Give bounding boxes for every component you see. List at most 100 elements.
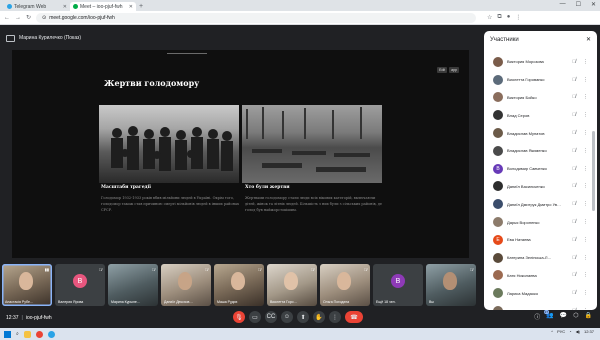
mic-off-icon[interactable]: 🎙̸ — [572, 201, 576, 207]
more-icon[interactable]: ⋮ — [583, 219, 588, 225]
more-icon[interactable]: ⋮ — [583, 94, 588, 100]
mic-off-icon[interactable]: 🎙̸ — [572, 166, 576, 172]
back-icon[interactable]: ← — [4, 15, 10, 21]
chrome-icon[interactable] — [35, 330, 43, 338]
more-icon[interactable]: ⋮ — [583, 166, 588, 172]
end-call-button[interactable]: ☎ — [345, 311, 363, 323]
participant-tile[interactable]: 🎙̸ Маша Рудих — [214, 264, 264, 306]
close-tab-icon[interactable]: ✕ — [129, 4, 133, 10]
slide-app-button[interactable]: app — [449, 67, 459, 73]
participant-tile[interactable]: 🎙̸ Даниїл Дексхов… — [161, 264, 211, 306]
more-icon[interactable]: ⋮ — [583, 272, 588, 278]
participant-row[interactable]: Виктория Морозова 🎙̸ ⋮ — [484, 53, 590, 71]
chat-icon[interactable]: 💬 — [560, 312, 567, 321]
info-icon[interactable]: ⓘ — [534, 312, 540, 321]
more-icon[interactable]: ⋮ — [583, 308, 588, 310]
participant-row[interactable]: Лариса Мадаоко 🎙̸ ⋮ — [484, 284, 590, 302]
menu-icon[interactable]: ⋮ — [515, 14, 521, 21]
language-indicator[interactable]: РУС — [557, 329, 565, 334]
activities-icon[interactable]: ⬡ — [573, 312, 578, 321]
camera-toggle-button[interactable]: ▭ — [249, 311, 261, 323]
more-icon[interactable]: ⋮ — [583, 148, 588, 154]
participant-row[interactable]: Дарья Вороненко 🎙̸ ⋮ — [484, 213, 590, 231]
mic-off-icon[interactable]: 🎙̸ — [572, 272, 576, 278]
participant-row[interactable]: В Володимир Савченко 🎙̸ ⋮ — [484, 160, 590, 178]
volume-icon[interactable]: ◀) — [576, 329, 580, 334]
participant-tile[interactable]: 🎙̸ Марина Курыле… — [108, 264, 158, 306]
mic-off-icon[interactable]: 🎙̸ — [572, 148, 576, 154]
participant-row[interactable]: Виолетта Горованко 🎙̸ ⋮ — [484, 71, 590, 89]
mic-off-icon[interactable]: 🎙̸ — [572, 308, 576, 310]
more-icon[interactable]: ⋮ — [583, 237, 588, 243]
explorer-icon[interactable] — [23, 330, 31, 338]
participant-actions: 🎙̸ ⋮ — [572, 94, 588, 100]
participant-tile-more[interactable]: В Ещё 18 чел. — [373, 264, 423, 306]
more-options-button[interactable]: ⋮ — [329, 311, 341, 323]
mic-off-icon[interactable]: 🎙̸ — [572, 77, 576, 83]
participant-row[interactable]: Даниїл Васильченко 🎙̸ ⋮ — [484, 178, 590, 196]
mic-off-icon[interactable]: 🎙̸ — [572, 59, 576, 65]
search-icon[interactable]: ⌕ — [16, 331, 19, 337]
slide-edit-button[interactable]: Edit — [437, 67, 448, 73]
captions-button[interactable]: CC — [265, 311, 277, 323]
participant-row[interactable]: Владислав Якименко 🎙̸ ⋮ — [484, 142, 590, 160]
participant-row[interactable]: Катерина Зелінська-Л… 🎙̸ ⋮ — [484, 249, 590, 267]
site-info-icon[interactable]: ⊙ — [42, 15, 46, 21]
participant-row[interactable]: Владислав Мунатов 🎙̸ ⋮ — [484, 124, 590, 142]
mic-off-icon[interactable]: 🎙̸ — [572, 290, 576, 296]
tray-arrow-icon[interactable]: ^ — [551, 329, 553, 334]
participant-row[interactable]: Е Ева Натаева 🎙̸ ⋮ — [484, 231, 590, 249]
profile-icon[interactable]: ● — [507, 14, 511, 21]
address-bar[interactable]: ⊙ meet.google.com/ioo-pjuf-fwh — [36, 12, 477, 23]
participant-tile[interactable]: 🎙̸ Виолетта Горо… — [267, 264, 317, 306]
more-icon[interactable]: ⋮ — [583, 59, 588, 65]
mic-off-icon[interactable]: 🎙̸ — [572, 237, 576, 243]
minimize-icon[interactable]: — — [560, 1, 566, 8]
close-window-icon[interactable]: ✕ — [591, 1, 596, 8]
more-icon[interactable]: ⋮ — [583, 77, 588, 83]
extensions-icon[interactable]: ⧉ — [497, 14, 501, 21]
tab-meet[interactable]: Meet – ioo-pjuf-fwh ✕ — [70, 2, 136, 11]
participant-tile[interactable]: 🎙̸ Ольга Погодина — [320, 264, 370, 306]
close-tab-icon[interactable]: ✕ — [63, 4, 67, 10]
participant-tile[interactable]: ▮▮ Анастасія Рубе… — [2, 264, 52, 306]
more-icon[interactable]: ⋮ — [583, 201, 588, 207]
reload-icon[interactable]: ↻ — [26, 14, 31, 21]
new-tab-button[interactable]: + — [139, 2, 143, 11]
host-controls-icon[interactable]: 🔒 — [585, 312, 592, 321]
bookmark-star-icon[interactable]: ☆ — [487, 14, 492, 21]
tile-name: Даниїл Дексхов… — [164, 300, 193, 304]
wifi-icon[interactable]: ◔ — [569, 329, 571, 334]
more-icon[interactable]: ⋮ — [583, 183, 588, 189]
telegram-icon[interactable] — [47, 330, 55, 338]
more-icon[interactable]: ⋮ — [583, 130, 588, 136]
mic-off-icon[interactable]: 🎙̸ — [572, 130, 576, 136]
avatar — [493, 92, 503, 103]
more-icon[interactable]: ⋮ — [583, 255, 588, 261]
participant-row[interactable]: Виктория Бойко 🎙̸ ⋮ — [484, 89, 590, 107]
participant-tile[interactable]: В 🎙̸ Валерия Ярова — [55, 264, 105, 306]
mic-toggle-button[interactable]: 🎙 — [233, 311, 245, 323]
maximize-icon[interactable]: ☐ — [576, 1, 581, 8]
participant-row[interactable]: Маша Рудих 🎙̸ ⋮ — [484, 302, 590, 310]
mic-off-icon[interactable]: 🎙̸ — [572, 219, 576, 225]
participant-row[interactable]: Влад Серов 🎙̸ ⋮ — [484, 106, 590, 124]
mic-off-icon[interactable]: 🎙̸ — [572, 183, 576, 189]
participant-tile-self[interactable]: 🎙̸ Вы — [426, 264, 476, 306]
raise-hand-button[interactable]: ✋ — [313, 311, 325, 323]
forward-icon[interactable]: → — [15, 15, 21, 21]
panel-scrollbar[interactable] — [592, 131, 595, 211]
mic-off-icon[interactable]: 🎙̸ — [572, 94, 576, 100]
participant-actions: 🎙̸ ⋮ — [572, 201, 588, 207]
mic-off-icon[interactable]: 🎙̸ — [572, 255, 576, 261]
emoji-button[interactable]: ☺ — [281, 311, 293, 323]
close-panel-icon[interactable]: ✕ — [586, 36, 591, 43]
present-button[interactable]: ⬆ — [297, 311, 309, 323]
tab-telegram[interactable]: Telegram Web ✕ — [4, 2, 70, 11]
more-icon[interactable]: ⋮ — [583, 290, 588, 296]
participant-row[interactable]: Даниїл Дмитрук Дмитро Ув… 🎙̸ ⋮ — [484, 195, 590, 213]
mic-off-icon[interactable]: 🎙̸ — [572, 112, 576, 118]
participant-row[interactable]: Катя Николаева 🎙̸ ⋮ — [484, 267, 590, 285]
windows-start-icon[interactable] — [4, 330, 11, 338]
more-icon[interactable]: ⋮ — [583, 112, 588, 118]
